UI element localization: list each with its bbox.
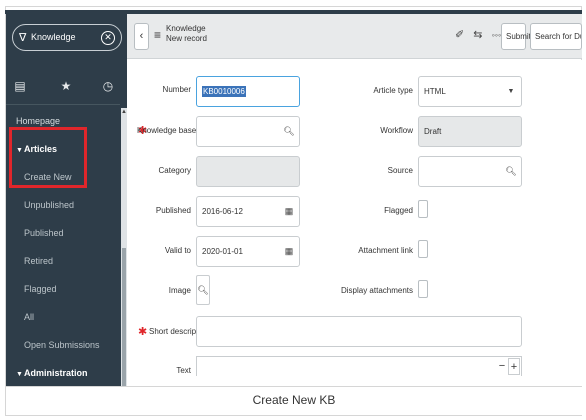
application-navigator: ∇ Knowledge ✕ ▤ ★ ◷ Homepage ▼Articles C…	[6, 14, 127, 386]
source-field[interactable]: 🔍︎	[418, 156, 522, 187]
calendar-icon[interactable]: ▦	[282, 237, 296, 266]
flagged-checkbox[interactable]	[418, 200, 428, 218]
scrollbar-thumb[interactable]	[122, 248, 126, 386]
nav-item-retired[interactable]: Retired	[6, 248, 120, 274]
category-field	[196, 156, 300, 187]
nav-item-flagged[interactable]: Flagged	[6, 276, 120, 302]
search-duplicates-button[interactable]: Search for Duplicates	[530, 23, 582, 50]
short-description-field[interactable]	[196, 316, 522, 347]
highlight-box	[9, 127, 87, 188]
navigator-tabs: ▤ ★ ◷	[6, 72, 127, 102]
submit-button[interactable]: Submit	[501, 23, 531, 50]
navigator-divider	[6, 104, 120, 105]
attachment-link-label: Attachment link	[358, 246, 413, 255]
search-icon[interactable]: 🔍︎	[282, 117, 296, 146]
category-label: Category	[158, 166, 191, 175]
filter-value: Knowledge	[31, 32, 76, 42]
number-field[interactable]: KB0010006	[196, 76, 300, 107]
valid-to-label: Valid to	[164, 246, 191, 255]
nav-item-published[interactable]: Published	[6, 220, 120, 246]
display-attachments-checkbox[interactable]	[418, 280, 428, 298]
paperclip-icon[interactable]: ✐	[455, 29, 464, 41]
nav-section-administration[interactable]: ▼Administration	[6, 360, 120, 386]
image-label: Image	[168, 286, 191, 295]
article-type-value: HTML	[424, 87, 446, 96]
star-icon[interactable]: ★	[56, 79, 76, 93]
workflow-value: Draft	[424, 127, 442, 136]
form-header: ‹ ≡ Knowledge New record ✐ ⇆ ◦◦◦ Submit …	[127, 14, 582, 59]
nav-section-label: Administration	[24, 368, 88, 378]
more-icon[interactable]: ◦◦◦	[492, 30, 502, 40]
minus-button[interactable]: −	[496, 358, 508, 375]
source-label: Source	[387, 166, 413, 175]
article-type-label: Article type	[373, 86, 413, 95]
published-label: Published	[155, 206, 191, 215]
valid-to-field[interactable]: 2020-01-01 ▦	[196, 236, 300, 267]
text-label: Text	[176, 366, 191, 375]
caret-down-icon: ▼	[507, 88, 515, 95]
image-picker-button[interactable]: 🔍︎	[196, 275, 210, 305]
hamburger-icon[interactable]: ≡	[154, 28, 161, 42]
workflow-label: Workflow	[380, 126, 413, 135]
form-title-record: New record	[166, 34, 207, 43]
back-button[interactable]: ‹	[134, 23, 149, 50]
header-icons: ✐ ⇆ ◦◦◦	[455, 28, 507, 41]
knowledge-base-label: Knowledge base	[137, 126, 197, 135]
knowledge-base-field[interactable]: 🔍︎	[196, 116, 300, 147]
number-value: KB0010006	[202, 86, 246, 97]
workflow-field: Draft	[418, 116, 522, 147]
flagged-label: Flagged	[384, 206, 413, 215]
published-value: 2016-06-12	[202, 207, 243, 216]
search-icon: 🔍︎	[197, 285, 209, 295]
nav-item-open-submissions[interactable]: Open Submissions	[6, 332, 120, 358]
clear-circle-icon[interactable]: ✕	[101, 31, 115, 45]
funnel-icon: ∇	[19, 32, 27, 44]
calendar-icon[interactable]: ▦	[282, 197, 296, 226]
nav-item-unpublished[interactable]: Unpublished	[6, 192, 120, 218]
caption: Create New KB	[6, 386, 582, 415]
display-attachments-label: Display attachments	[340, 286, 413, 295]
document-icon[interactable]: ▤	[10, 79, 30, 93]
navigator-filter-input[interactable]: ∇ Knowledge ✕	[12, 24, 122, 51]
required-indicator: ✱	[138, 326, 148, 338]
triangle-down-icon: ▼	[16, 371, 23, 378]
settings-sliders-icon[interactable]: ⇆	[473, 29, 482, 41]
valid-to-value: 2020-01-01	[202, 247, 243, 256]
clock-icon[interactable]: ◷	[98, 79, 118, 93]
article-type-select[interactable]: HTML ▼	[418, 76, 522, 107]
plus-button[interactable]: +	[508, 358, 520, 375]
published-field[interactable]: 2016-06-12 ▦	[196, 196, 300, 227]
text-editor[interactable]	[196, 356, 522, 376]
short-description-label: Short description	[149, 327, 210, 336]
knowledge-form: Number KB0010006 ✱ Knowledge base 🔍︎ Cat…	[127, 60, 582, 386]
form-title: Knowledge New record	[166, 24, 207, 44]
nav-item-all[interactable]: All	[6, 304, 120, 330]
search-icon[interactable]: 🔍︎	[504, 157, 518, 186]
form-title-table: Knowledge	[166, 24, 206, 33]
chevron-left-icon: ‹	[139, 30, 144, 42]
attachment-link-checkbox[interactable]	[418, 240, 428, 258]
number-label: Number	[162, 85, 191, 94]
